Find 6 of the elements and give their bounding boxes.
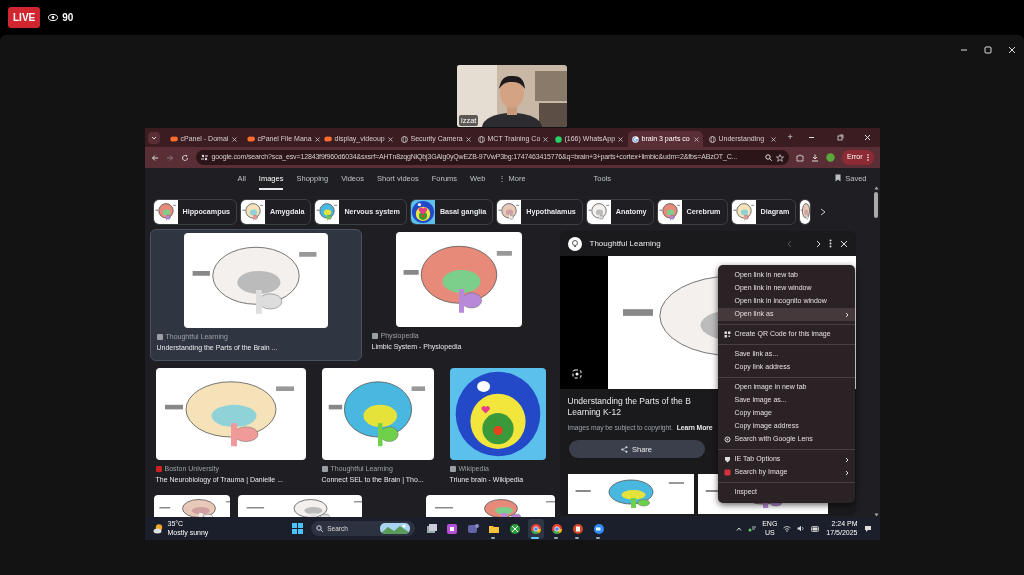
live-badge: LIVE — [8, 7, 41, 28]
viewer-count: 90 — [62, 11, 74, 25]
source-name: Thoughtful Learning — [589, 237, 662, 250]
new-tab-button[interactable]: + — [787, 130, 793, 145]
image-title[interactable]: Understanding the Parts of the B — [567, 396, 691, 408]
image-title[interactable]: Learning K-12 — [567, 407, 621, 419]
